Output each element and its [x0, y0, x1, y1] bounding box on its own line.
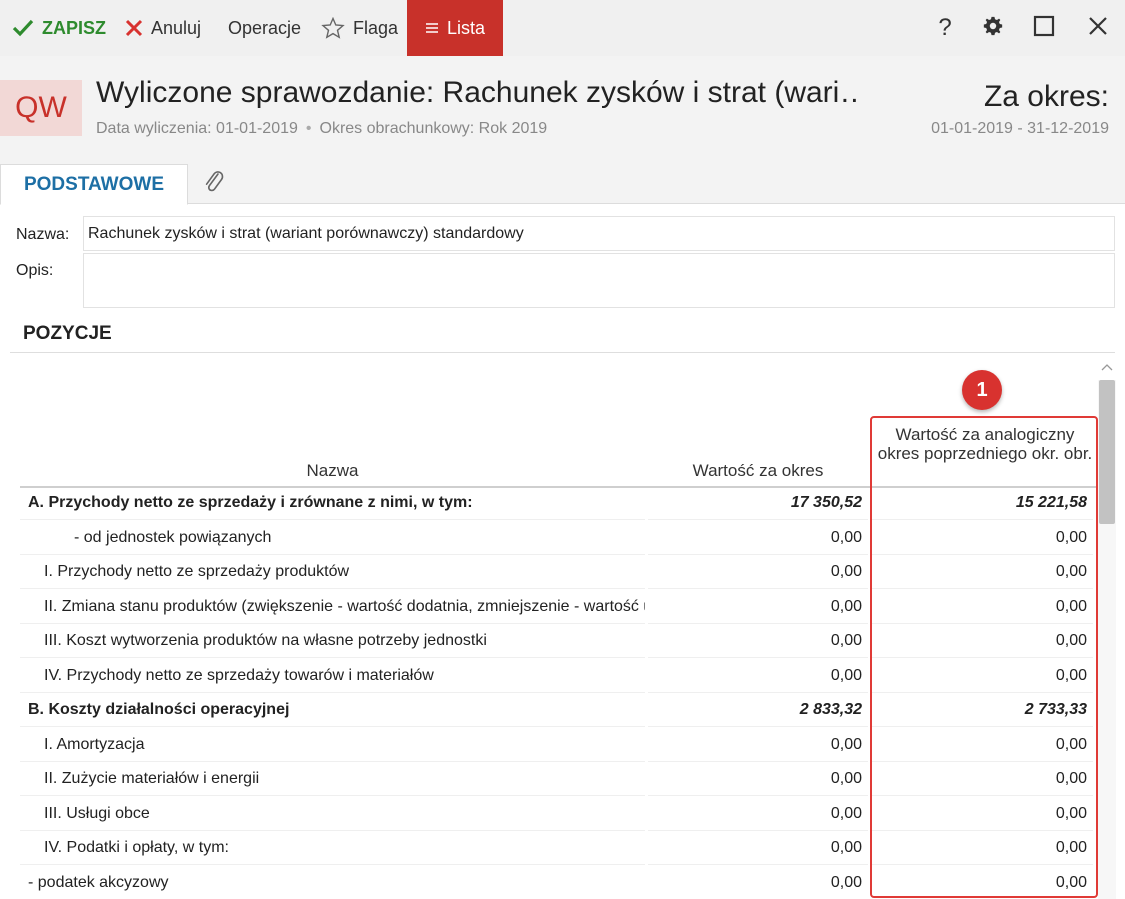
list-button[interactable]: Lista	[407, 0, 503, 56]
row-name: - od jednostek powiązanych	[20, 522, 645, 555]
maximize-icon	[1033, 15, 1055, 42]
scroll-up-icon[interactable]	[1098, 360, 1116, 374]
help-icon: ?	[938, 14, 952, 41]
row-value: 0,00	[648, 625, 868, 658]
hamburger-icon	[425, 22, 439, 34]
row-prev-value: 15 221,58	[871, 487, 1093, 520]
tab-bar: PODSTAWOWE	[0, 164, 1125, 205]
table-row[interactable]: - podatek akcyzowy 0,00 0,00	[20, 867, 1096, 899]
save-button[interactable]: ZAPISZ	[12, 0, 106, 56]
period-range: 01-01-2019 - 31-12-2019	[931, 120, 1109, 137]
section-divider	[10, 352, 1115, 353]
table-row[interactable]: - od jednostek powiązanych 0,00 0,00	[20, 522, 1096, 557]
flag-label: Flaga	[353, 17, 399, 38]
row-value: 0,00	[648, 522, 868, 555]
row-value: 2 833,32	[648, 694, 868, 727]
column-header-prev-value[interactable]: Wartość za analogiczny okres poprzednieg…	[876, 425, 1094, 463]
row-prev-value: 0,00	[871, 867, 1093, 899]
operations-button[interactable]: Operacje	[228, 0, 301, 56]
gear-icon	[982, 15, 1004, 42]
row-name: I. Amortyzacja	[20, 729, 645, 762]
table-row[interactable]: II. Zmiana stanu produktów (zwiększenie …	[20, 591, 1096, 626]
table-row[interactable]: III. Koszt wytworzenia produktów na włas…	[20, 625, 1096, 660]
checkmark-icon	[12, 19, 34, 37]
maximize-button[interactable]	[1026, 0, 1062, 56]
row-value: 0,00	[648, 798, 868, 831]
row-name: A. Przychody netto ze sprzedaży i zrówna…	[20, 487, 645, 520]
row-name: IV. Podatki i opłaty, w tym:	[20, 832, 645, 865]
row-value: 0,00	[648, 763, 868, 796]
paperclip-icon	[202, 168, 226, 201]
row-name: II. Zmiana stanu produktów (zwiększenie …	[20, 591, 645, 624]
column-header-name[interactable]: Nazwa	[20, 461, 645, 481]
close-icon	[1087, 15, 1109, 42]
table-row[interactable]: IV. Podatki i opłaty, w tym: 0,00 0,00	[20, 832, 1096, 867]
row-prev-value: 2 733,33	[871, 694, 1093, 727]
star-icon	[321, 17, 345, 39]
row-value: 0,00	[648, 867, 868, 899]
calc-date: Data wyliczenia: 01-01-2019	[96, 120, 298, 137]
row-prev-value: 0,00	[871, 832, 1093, 865]
settings-button[interactable]	[975, 0, 1011, 56]
list-label: Lista	[446, 17, 486, 38]
close-x-icon	[125, 19, 143, 37]
scrollbar-thumb[interactable]	[1099, 380, 1115, 524]
row-name: I. Przychody netto ze sprzedaży produktó…	[20, 556, 645, 589]
row-name: III. Usługi obce	[20, 798, 645, 831]
separator-dot: •	[305, 120, 312, 137]
row-name: B. Koszty działalności operacyjnej	[20, 694, 645, 727]
close-button[interactable]	[1080, 0, 1116, 56]
flag-button[interactable]: Flaga	[321, 0, 398, 56]
table-row[interactable]: B. Koszty działalności operacyjnej 2 833,…	[20, 694, 1096, 729]
column-header-value[interactable]: Wartość za okres	[648, 461, 868, 481]
header-subtitle: Data wyliczenia: 01-01-2019 • Okres obrach…	[96, 120, 547, 138]
tab-podstawowe[interactable]: PODSTAWOWE	[0, 164, 188, 205]
document-header: QW Wyliczone sprawozdanie: Rachunek zysk…	[0, 56, 1125, 164]
row-prev-value: 0,00	[871, 556, 1093, 589]
table-row[interactable]: II. Zużycie materiałów i energii 0,00 0,00	[20, 763, 1096, 798]
cancel-button[interactable]: Anuluj	[125, 0, 201, 56]
row-prev-value: 0,00	[871, 798, 1093, 831]
row-value: 17 350,52	[648, 487, 868, 520]
annotation-badge: 1	[962, 370, 1002, 410]
row-name: II. Zużycie materiałów i energii	[20, 763, 645, 796]
row-value: 0,00	[648, 660, 868, 693]
table-row[interactable]: III. Usługi obce 0,00 0,00	[20, 798, 1096, 833]
row-prev-value: 0,00	[871, 763, 1093, 796]
name-label: Nazwa:	[16, 226, 70, 243]
period-label: Za okres:	[983, 80, 1109, 113]
name-field[interactable]: Rachunek zysków i strat (wariant porówna…	[83, 216, 1115, 251]
toolbar: ZAPISZ Anuluj Operacje Flaga Lista ?	[0, 0, 1125, 56]
row-prev-value: 0,00	[871, 591, 1093, 624]
table-row[interactable]: I. Amortyzacja 0,00 0,00	[20, 729, 1096, 764]
tab-attachments[interactable]	[198, 168, 230, 200]
accounting-period: Okres obrachunkowy: Rok 2019	[319, 120, 548, 137]
table-row[interactable]: IV. Przychody netto ze sprzedaży towarów…	[20, 660, 1096, 695]
table-row[interactable]: A. Przychody netto ze sprzedaży i zrówna…	[20, 487, 1096, 522]
help-button[interactable]: ?	[927, 0, 963, 56]
table-row[interactable]: I. Przychody netto ze sprzedaży produktó…	[20, 556, 1096, 591]
description-field[interactable]	[83, 253, 1115, 308]
avatar: QW	[0, 80, 82, 136]
cancel-label: Anuluj	[151, 17, 202, 38]
save-label: ZAPISZ	[42, 17, 107, 38]
row-value: 0,00	[648, 591, 868, 624]
row-name: - podatek akcyzowy	[20, 867, 645, 899]
row-prev-value: 0,00	[871, 625, 1093, 658]
description-label: Opis:	[16, 262, 54, 279]
row-prev-value: 0,00	[871, 660, 1093, 693]
section-title: POZYCJE	[23, 323, 112, 344]
operations-label: Operacje	[228, 17, 302, 38]
row-prev-value: 0,00	[871, 729, 1093, 762]
positions-table: A. Przychody netto ze sprzedaży i zrówna…	[20, 487, 1096, 899]
page-title: Wyliczone sprawozdanie: Rachunek zysków …	[96, 76, 856, 109]
row-value: 0,00	[648, 729, 868, 762]
row-name: IV. Przychody netto ze sprzedaży towarów…	[20, 660, 645, 693]
row-name: III. Koszt wytworzenia produktów na włas…	[20, 625, 645, 658]
row-value: 0,00	[648, 832, 868, 865]
row-value: 0,00	[648, 556, 868, 589]
row-prev-value: 0,00	[871, 522, 1093, 555]
